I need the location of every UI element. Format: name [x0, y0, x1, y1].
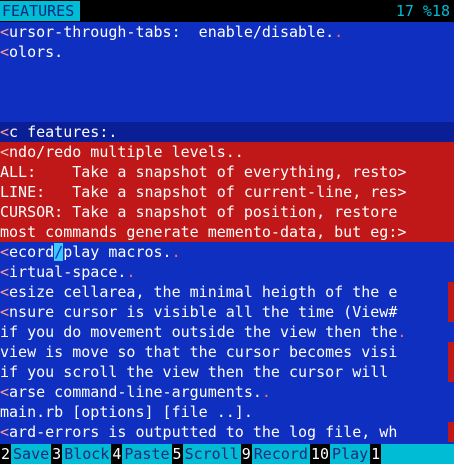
text-line[interactable]: <ecord/play macros..	[0, 242, 454, 262]
function-key-number: 3	[51, 444, 63, 464]
text-line[interactable]: <ard-errors is outputted to the log file…	[0, 422, 454, 442]
line-text: arse command-line-arguments.	[9, 383, 262, 401]
text-cursor: /	[54, 243, 64, 261]
line-text: most commands generate memento-data, but…	[0, 223, 407, 241]
line-text: nsure cursor is visible all the time (Vi…	[9, 303, 398, 321]
function-key-label	[381, 444, 385, 464]
line-text: ursor-through-tabs: enable/disable.	[9, 23, 335, 41]
line-text: esize cellarea, the minimal heigth of th…	[9, 283, 398, 301]
fold-marker[interactable]: <	[0, 123, 9, 141]
line-text: CURSOR: Take a snapshot of position, res…	[0, 203, 398, 221]
line-text: irtual-space.	[9, 263, 127, 281]
fold-ellipsis: .	[126, 263, 136, 281]
text-line[interactable]	[0, 62, 454, 82]
fold-ellipsis: .	[397, 323, 407, 341]
text-line[interactable]: <nsure cursor is visible all the time (V…	[0, 302, 454, 322]
text-line[interactable]: <arse command-line-arguments..	[0, 382, 454, 402]
text-line[interactable]: <ursor-through-tabs: enable/disable..	[0, 22, 454, 42]
function-key-3[interactable]: 3 Block	[51, 444, 111, 464]
text-line[interactable]: main.rb [options] [file ..].	[0, 402, 454, 422]
line-overflow-marker	[448, 362, 454, 382]
function-key-bar: 2 Save 3 Block 4 Paste 5 Scroll 9 Record 10 Play 1	[0, 444, 454, 464]
fold-ellipsis: .	[261, 383, 271, 401]
fold-ellipsis: .	[171, 243, 181, 261]
text-line[interactable]: if you scroll the view then the cursor w…	[0, 362, 454, 382]
fold-marker[interactable]: <	[0, 383, 9, 401]
function-key-10[interactable]: 10 Play	[309, 444, 370, 464]
title-bar: FEATURES 17 %18	[0, 0, 454, 22]
text-line[interactable]	[0, 82, 454, 102]
line-text: if you scroll the view then the cursor w…	[0, 363, 398, 381]
fold-marker[interactable]: <	[0, 263, 9, 281]
fold-marker[interactable]: <	[0, 43, 9, 61]
function-key-number: 9	[240, 444, 252, 464]
function-key-number: 1	[370, 444, 382, 464]
line-overflow-marker	[448, 302, 454, 322]
function-key-label: Block	[64, 445, 110, 463]
fold-marker[interactable]: <	[0, 143, 9, 161]
line-text: view is move so that the cursor becomes …	[0, 343, 398, 361]
text-line[interactable]: <ndo/redo multiple levels..	[0, 142, 454, 162]
line-text: ecord	[9, 243, 55, 261]
fold-marker[interactable]: <	[0, 23, 9, 41]
function-key-number: 10	[309, 444, 331, 464]
line-text: LINE: Take a snapshot of current-line, r…	[0, 183, 407, 201]
function-key-9[interactable]: 9 Record	[240, 444, 310, 464]
fold-marker[interactable]: <	[0, 303, 9, 321]
text-line[interactable]: most commands generate memento-data, but…	[0, 222, 454, 242]
line-text: ndo/redo multiple levels..	[9, 143, 244, 161]
fold-marker[interactable]: <	[0, 243, 9, 261]
line-text: c features:.	[9, 123, 118, 141]
function-key-label: Play	[332, 445, 369, 463]
function-key-number: 5	[171, 444, 183, 464]
function-key-label: Scroll	[184, 445, 239, 463]
text-line[interactable]: <esize cellarea, the minimal heigth of t…	[0, 282, 454, 302]
text-line[interactable]: ALL: Take a snapshot of everything, rest…	[0, 162, 454, 182]
text-line[interactable]: <olors.	[0, 42, 454, 62]
function-key-4[interactable]: 4 Paste	[111, 444, 171, 464]
line-overflow-marker	[448, 422, 454, 442]
function-key-2[interactable]: 2 Save	[0, 444, 51, 464]
text-line[interactable]: CURSOR: Take a snapshot of position, res…	[0, 202, 454, 222]
file-title: FEATURES	[0, 1, 80, 21]
function-key-number: 4	[111, 444, 123, 464]
text-line[interactable]: view is move so that the cursor becomes …	[0, 342, 454, 362]
function-key-5[interactable]: 5 Scroll	[171, 444, 241, 464]
line-overflow-marker	[448, 342, 454, 362]
line-text: main.rb [options] [file ..].	[0, 403, 253, 421]
text-line[interactable]	[0, 102, 454, 122]
line-text: ALL: Take a snapshot of everything, rest…	[0, 163, 407, 181]
function-key-1[interactable]: 1	[370, 444, 385, 464]
fold-ellipsis: .	[334, 23, 344, 41]
line-text: ard-errors is outputted to the log file,…	[9, 423, 398, 441]
fold-marker[interactable]: <	[0, 423, 9, 441]
text-line[interactable]: LINE: Take a snapshot of current-line, r…	[0, 182, 454, 202]
function-key-label: Save	[13, 445, 50, 463]
scroll-position: 17 %18	[395, 2, 450, 20]
function-key-number: 2	[0, 444, 12, 464]
editor-window: FEATURES 17 %18 <ursor-through-tabs: ena…	[0, 0, 454, 464]
function-key-label: Paste	[124, 445, 170, 463]
line-text: olors.	[9, 43, 64, 61]
function-key-label: Record	[253, 445, 308, 463]
line-text: play macros.	[63, 243, 172, 261]
line-text: if you do movement outside the view then…	[0, 323, 398, 341]
line-overflow-marker	[448, 282, 454, 302]
text-line[interactable]: <irtual-space..	[0, 262, 454, 282]
fold-marker[interactable]: <	[0, 283, 9, 301]
text-line[interactable]: <c features:.	[0, 122, 454, 142]
text-line[interactable]: if you do movement outside the view then…	[0, 322, 454, 342]
